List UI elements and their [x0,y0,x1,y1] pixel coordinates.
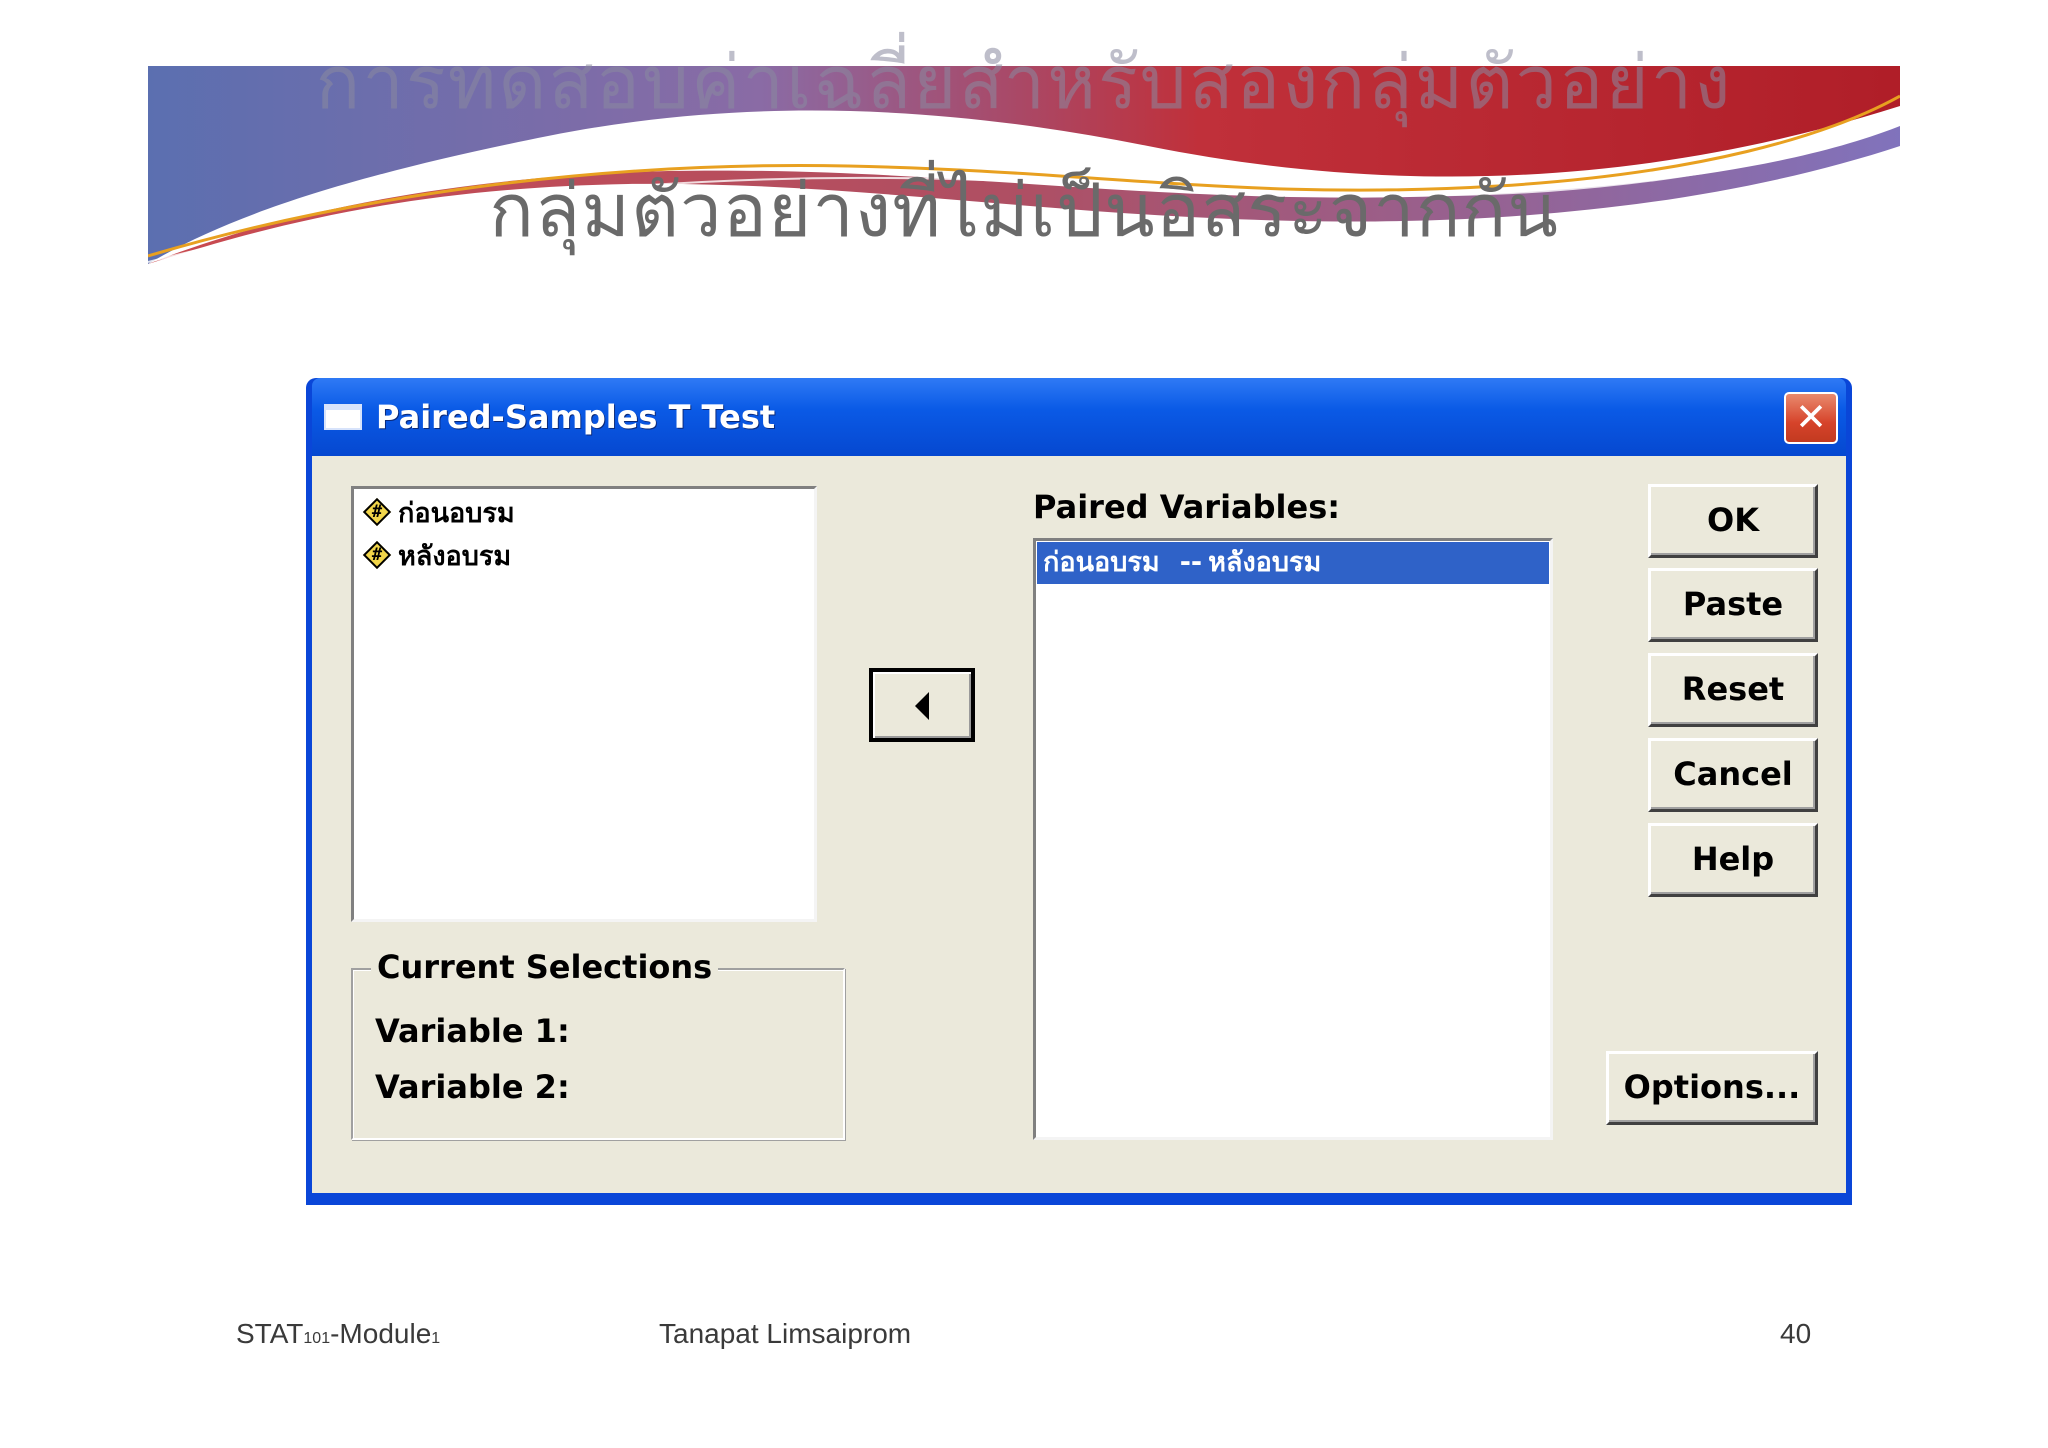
variable1-label: Variable 1: [375,1012,570,1050]
list-item[interactable]: # ก่อนอบรม [362,493,515,531]
pair-var1: ก่อนอบรม [1043,547,1160,578]
window-icon [324,404,362,430]
footer-course: STAT101-Module1 [236,1318,441,1349]
paste-button[interactable]: Paste [1648,568,1818,642]
paired-list-item[interactable]: ก่อนอบรม -- หลังอบรม [1037,542,1549,584]
left-arrow-icon [915,692,929,720]
variable2-label: Variable 2: [375,1068,570,1106]
variable-label: หลังอบรม [398,540,512,572]
list-item[interactable]: # หลังอบรม [362,536,511,574]
cancel-button[interactable]: Cancel [1648,738,1818,812]
scale-variable-icon: # [362,497,392,527]
scale-variable-icon: # [362,540,392,570]
pair-separator: -- [1179,547,1203,578]
source-variable-list[interactable]: # ก่อนอบรม # หลังอบรม [351,486,817,922]
current-selections-group: Current Selections Variable 1: Variable … [351,948,845,1140]
footer-author: Tanapat Limsaiprom [659,1318,912,1349]
paired-variables-label: Paired Variables: [1033,488,1341,526]
slide-title-line1: การทดสอบค่าเฉลี่ยสำหรับสองกลุ่มตัวอย่าง [315,40,1733,126]
paired-samples-dialog: Paired-Samples T Test ✕ # ก่อนอบรม # หลั… [306,378,1852,1205]
pair-var2: หลังอบรม [1208,547,1322,578]
footer-page-number: 40 [1780,1318,1812,1349]
reset-button[interactable]: Reset [1648,653,1818,727]
move-back-button[interactable] [869,668,975,742]
dialog-titlebar[interactable]: Paired-Samples T Test ✕ [312,378,1846,456]
dialog-title: Paired-Samples T Test [376,398,776,436]
ok-button[interactable]: OK [1648,484,1818,558]
options-button[interactable]: Options... [1606,1051,1818,1125]
paired-variables-list[interactable]: ก่อนอบรม -- หลังอบรม [1033,538,1553,1140]
current-selections-legend: Current Selections [371,948,719,986]
variable-label: ก่อนอบรม [398,497,515,529]
close-button[interactable]: ✕ [1784,392,1838,444]
slide-title-line2: กลุ่มตัวอย่างที่ไม่เป็นอิสระจากกัน [489,168,1559,254]
dialog-body: # ก่อนอบรม # หลังอบรม Paired Variables: … [312,456,1846,1193]
help-button[interactable]: Help [1648,823,1818,897]
